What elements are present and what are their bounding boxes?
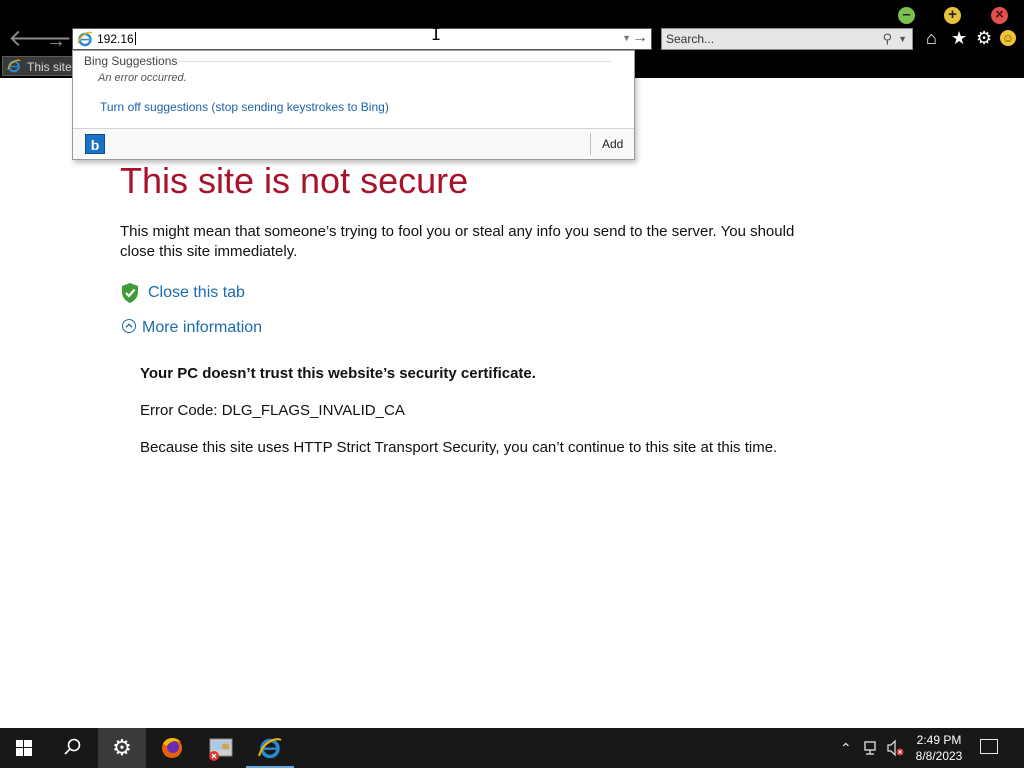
search-input[interactable] [666, 31, 866, 47]
more-information-link[interactable]: More information [142, 319, 262, 337]
notifications-icon[interactable] [980, 739, 998, 754]
firefox-icon [162, 738, 182, 758]
gear-icon: ⚙ [112, 735, 132, 760]
suggestions-footer: b Add [73, 128, 634, 159]
shield-check-icon [122, 283, 138, 303]
taskbar-app[interactable] [197, 728, 245, 768]
maximize-button[interactable]: + [944, 7, 961, 24]
minimize-button[interactable]: – [898, 7, 915, 24]
taskbar-internet-explorer[interactable] [246, 728, 294, 768]
turn-off-suggestions-link[interactable]: Turn off suggestions (stop sending keyst… [100, 100, 389, 114]
search-box[interactable]: ⚲ ▼ [661, 28, 913, 50]
home-icon[interactable]: ⌂ [926, 28, 937, 48]
text-cursor-icon: I [431, 25, 442, 45]
taskbar-clock[interactable]: 2:49 PM 8/8/2023 [908, 732, 970, 764]
bing-icon[interactable]: b [85, 134, 105, 154]
page-title: This site is not secure [120, 160, 469, 201]
divider [590, 133, 591, 155]
search-icon[interactable]: ⚲ [882, 31, 892, 47]
search-dropdown-icon[interactable]: ▼ [898, 34, 907, 44]
forward-button[interactable]: → [46, 28, 66, 54]
close-window-button[interactable]: × [991, 7, 1008, 24]
taskbar-firefox[interactable] [148, 728, 196, 768]
text-caret [134, 32, 136, 45]
go-arrow-icon[interactable]: → [632, 29, 648, 47]
windows-logo-icon [16, 740, 32, 756]
taskbar-search-button[interactable] [48, 728, 96, 768]
suggestions-error: An error occurred. [98, 72, 187, 84]
address-dropdown-icon[interactable]: ▼ [622, 33, 631, 43]
chevron-up-icon [122, 319, 136, 333]
ie-icon [7, 59, 21, 73]
network-icon[interactable] [862, 728, 880, 768]
favorites-star-icon[interactable]: ★ [951, 28, 967, 48]
clock-date: 8/8/2023 [915, 749, 963, 763]
clock-time: 2:49 PM [916, 733, 962, 747]
close-tab-link[interactable]: Close this tab [148, 284, 245, 302]
start-button[interactable] [0, 728, 48, 768]
add-provider-button[interactable]: Add [602, 137, 623, 151]
gear-icon[interactable]: ⚙ [976, 28, 992, 48]
search-icon [64, 738, 81, 755]
volume-muted-icon[interactable] [886, 728, 906, 768]
network-app-icon [209, 738, 233, 761]
ie-icon [258, 738, 282, 759]
chevron-up-icon[interactable]: ⌃ [840, 728, 852, 768]
certificate-heading: Your PC doesn’t trust this website’s sec… [140, 365, 536, 382]
address-input[interactable]: 192.16 [97, 32, 136, 46]
feedback-smiley-icon[interactable]: ☺ [1000, 30, 1016, 46]
hsts-message: Because this site uses HTTP Strict Trans… [140, 439, 778, 456]
page-description: This might mean that someone’s trying to… [120, 223, 795, 260]
tab-title: This site [27, 60, 72, 74]
error-code: Error Code: DLG_FLAGS_INVALID_CA [140, 402, 405, 419]
suggestions-header: Bing Suggestions [84, 54, 178, 68]
taskbar: ⚙ ⌃ 2:49 PM 8/8/2023 [0, 728, 1024, 768]
divider [179, 61, 612, 62]
address-bar[interactable]: 192.16 ▼ → [72, 28, 652, 50]
address-suggestions-dropdown: Bing Suggestions An error occurred. Turn… [72, 50, 635, 160]
ie-icon [77, 31, 93, 47]
taskbar-settings[interactable]: ⚙ [98, 728, 146, 768]
